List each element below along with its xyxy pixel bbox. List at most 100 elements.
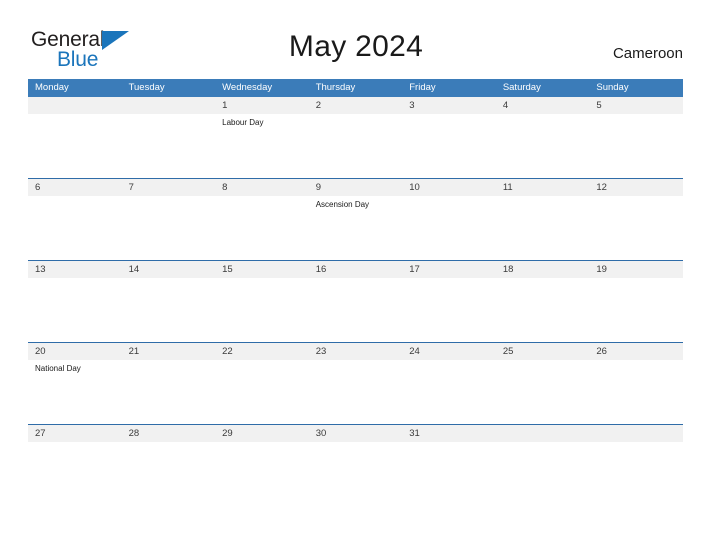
day-number: 27 xyxy=(28,425,122,442)
day-cell[interactable]: 14 xyxy=(121,261,216,342)
weekday-header-sunday: Sunday xyxy=(596,82,629,93)
day-cell[interactable]: 10 xyxy=(402,179,496,260)
day-event xyxy=(309,442,403,446)
day-event: National Day xyxy=(35,364,81,373)
day-number: 19 xyxy=(589,261,683,278)
day-cell[interactable]: 18 xyxy=(495,261,590,342)
day-event xyxy=(215,278,309,282)
day-number: 17 xyxy=(402,261,496,278)
day-number: 4 xyxy=(495,97,590,114)
day-event xyxy=(589,442,683,446)
day-number: 29 xyxy=(215,425,309,442)
day-event: Ascension Day xyxy=(315,200,370,209)
day-number: 22 xyxy=(215,343,309,360)
day-event xyxy=(402,442,496,446)
day-event xyxy=(28,278,122,282)
day-cell[interactable]: 13 xyxy=(28,261,122,342)
day-cell[interactable]: 26 xyxy=(589,343,683,424)
day-number: 14 xyxy=(121,261,216,278)
day-number xyxy=(28,97,122,114)
day-cell[interactable]: 23 xyxy=(308,343,403,424)
day-number: 23 xyxy=(308,343,403,360)
day-number: 7 xyxy=(121,179,216,196)
day-cell[interactable]: 24 xyxy=(402,343,496,424)
weekday-header-monday: Monday xyxy=(35,82,69,93)
day-event xyxy=(402,278,496,282)
day-event xyxy=(122,278,216,282)
day-event xyxy=(496,278,590,282)
weekday-header-saturday: Saturday xyxy=(502,82,541,93)
day-cell[interactable]: 20 National Day xyxy=(28,343,122,424)
day-cell[interactable]: 16 xyxy=(308,261,403,342)
day-number: 2 xyxy=(308,97,403,114)
day-cell[interactable]: 28 xyxy=(121,425,216,452)
day-event xyxy=(28,442,122,446)
day-cell[interactable]: 19 xyxy=(589,261,683,342)
day-cell[interactable]: 25 xyxy=(495,343,590,424)
country-label: Cameroon xyxy=(612,45,683,62)
day-event xyxy=(309,114,403,118)
day-number: 3 xyxy=(402,97,496,114)
day-event xyxy=(122,360,216,364)
week-row: 13 14 15 16 17 18 19 xyxy=(28,260,683,342)
day-event xyxy=(215,196,309,200)
day-number: 25 xyxy=(495,343,590,360)
day-event xyxy=(402,360,496,364)
day-cell[interactable]: 2 xyxy=(308,97,403,178)
page-title: May 2024 xyxy=(288,30,424,63)
day-number: 13 xyxy=(28,261,122,278)
weekday-header-friday: Friday xyxy=(409,82,436,93)
day-cell[interactable]: 29 xyxy=(215,425,309,452)
day-cell[interactable]: 21 xyxy=(121,343,216,424)
week-row: 1 Labour Day 2 3 4 5 xyxy=(28,97,683,178)
day-cell[interactable]: 15 xyxy=(215,261,309,342)
day-number: 12 xyxy=(589,179,683,196)
day-cell[interactable]: 5 xyxy=(589,97,683,178)
day-cell[interactable]: 27 xyxy=(28,425,122,452)
day-number xyxy=(121,97,216,114)
day-event xyxy=(589,278,683,282)
day-cell[interactable] xyxy=(121,97,216,178)
weekday-header-thursday: Thursday xyxy=(315,82,356,93)
day-number: 20 xyxy=(28,343,122,360)
day-event xyxy=(122,114,216,118)
day-cell[interactable]: 12 xyxy=(589,179,683,260)
day-number: 30 xyxy=(308,425,403,442)
page-header: General Blue May 2024 Cameroon xyxy=(0,0,712,70)
day-cell[interactable]: 3 xyxy=(402,97,496,178)
day-event xyxy=(309,360,403,364)
day-cell[interactable]: 31 xyxy=(402,425,496,452)
weekday-header-row: Monday Tuesday Wednesday Thursday Friday… xyxy=(28,79,683,97)
day-event xyxy=(215,442,309,446)
day-cell[interactable]: 30 xyxy=(308,425,403,452)
day-number: 16 xyxy=(308,261,403,278)
day-event xyxy=(28,114,122,118)
day-cell[interactable]: 7 xyxy=(121,179,216,260)
day-number: 11 xyxy=(495,179,590,196)
day-cell[interactable] xyxy=(589,425,683,452)
day-cell[interactable]: 1 Labour Day xyxy=(215,97,309,178)
day-number: 18 xyxy=(495,261,590,278)
day-number: 5 xyxy=(589,97,683,114)
day-cell[interactable] xyxy=(28,97,122,178)
weekday-header-wednesday: Wednesday xyxy=(222,82,273,93)
day-cell[interactable]: 4 xyxy=(495,97,590,178)
day-cell[interactable]: 22 xyxy=(215,343,309,424)
day-cell[interactable]: 8 xyxy=(215,179,309,260)
day-cell[interactable]: 9 Ascension Day xyxy=(308,179,403,260)
day-cell[interactable]: 11 xyxy=(495,179,590,260)
day-number: 31 xyxy=(402,425,496,442)
day-number: 1 xyxy=(215,97,309,114)
week-row: 27 28 29 30 31 xyxy=(28,424,683,452)
day-number: 6 xyxy=(28,179,122,196)
day-number: 9 xyxy=(308,179,403,196)
day-cell[interactable] xyxy=(495,425,590,452)
day-number: 24 xyxy=(402,343,496,360)
day-event xyxy=(496,442,590,446)
day-event xyxy=(402,114,496,118)
day-cell[interactable]: 6 xyxy=(28,179,122,260)
day-cell[interactable]: 17 xyxy=(402,261,496,342)
day-number: 26 xyxy=(589,343,683,360)
day-event xyxy=(215,360,309,364)
week-row: 20 National Day 21 22 23 24 25 26 xyxy=(28,342,683,424)
